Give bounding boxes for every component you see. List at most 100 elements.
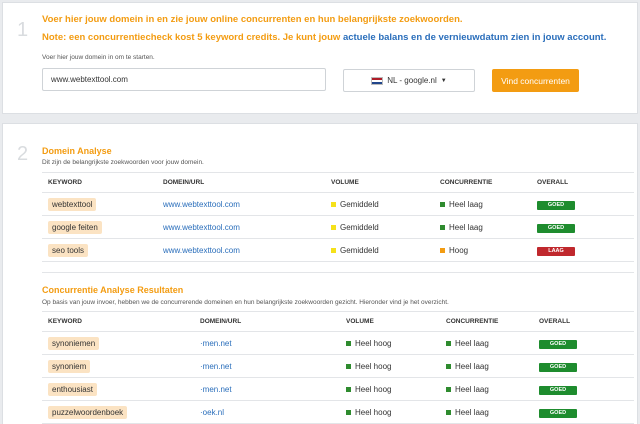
domain-cell: ·men.net: [194, 354, 340, 378]
competition-cell: Heel laag: [440, 377, 533, 401]
keyword-tag[interactable]: synoniem: [48, 359, 91, 373]
competitor-analysis-title: Concurrentie Analyse Resultaten: [42, 285, 184, 295]
volume-label: Heel hoog: [355, 384, 392, 394]
volume-label: Heel hoog: [355, 361, 392, 371]
overall-badge: GOED: [539, 408, 577, 418]
competition-label: Heel laag: [455, 407, 489, 417]
caret-down-icon: ▼: [440, 77, 447, 84]
domain-cell: www.webtexttool.com: [157, 192, 325, 216]
domain-link[interactable]: ·oek.nl: [200, 408, 224, 417]
domain-input[interactable]: [42, 68, 326, 91]
netherlands-flag-icon: [371, 76, 384, 85]
competition-label: Heel laag: [449, 199, 483, 209]
domain-link[interactable]: ·men.net: [200, 385, 232, 394]
overall-cell: GOED: [531, 192, 634, 216]
competition-label: Heel laag: [455, 338, 489, 348]
domain-link[interactable]: www.webtexttool.com: [163, 223, 240, 232]
competition-label: Heel laag: [449, 222, 483, 232]
overall-badge: GOED: [537, 200, 575, 210]
domain-cell: www.webtexttool.com: [157, 215, 325, 239]
competition-indicator-icon: [446, 340, 451, 346]
domain-link[interactable]: ·men.net: [200, 339, 232, 348]
keyword-cell: puzzelwoordenboek: [42, 400, 194, 424]
table-row: synoniemen ·men.net Heel hoog Heel laag GOED: [42, 331, 634, 355]
volume-indicator-icon: [346, 409, 351, 415]
volume-indicator-icon: [346, 363, 351, 369]
overall-badge: GOED: [539, 362, 577, 372]
domain-link[interactable]: ·men.net: [200, 362, 232, 371]
keyword-tag[interactable]: google feiten: [48, 220, 102, 234]
competition-cell: Heel laag: [440, 354, 533, 378]
keyword-cell: webtexttool: [42, 192, 157, 216]
keyword-tag[interactable]: synoniemen: [48, 336, 100, 350]
overall-badge: GOED: [539, 339, 577, 349]
results-panel: 2 Domein Analyse Dit zijn de belangrijks…: [2, 123, 638, 424]
overall-cell: GOED: [533, 377, 634, 401]
table-row: synoniem ·men.net Heel hoog Heel laag GOED: [42, 354, 634, 378]
domain-analysis-table: KEYWORD DOMEIN/URL VOLUME CONCURRENTIE O…: [42, 172, 634, 262]
competition-cell: Heel laag: [440, 331, 533, 355]
section-divider: [42, 272, 634, 273]
volume-indicator-icon: [331, 247, 336, 253]
keyword-tag[interactable]: seo tools: [48, 243, 89, 257]
keyword-cell: synoniem: [42, 354, 194, 378]
competition-indicator-icon: [440, 247, 445, 253]
volume-cell: Gemiddeld: [325, 238, 434, 262]
competition-label: Heel laag: [455, 384, 489, 394]
keyword-tag[interactable]: puzzelwoordenboek: [48, 405, 128, 419]
domain-link[interactable]: www.webtexttool.com: [163, 246, 240, 255]
competition-cell: Hoog: [434, 238, 531, 262]
competition-indicator-icon: [446, 363, 451, 369]
domain-analysis-subtitle: Dit zijn de belangrijkste zoekwoorden vo…: [42, 159, 204, 166]
credits-note-text: Note: een concurrentiecheck kost 5 keywo…: [42, 32, 343, 43]
find-competitors-button[interactable]: Vind concurrenten: [492, 69, 579, 92]
competition-cell: Heel laag: [440, 400, 533, 424]
competition-indicator-icon: [446, 386, 451, 392]
competition-indicator-icon: [446, 409, 451, 415]
overall-cell: GOED: [533, 354, 634, 378]
table-header-row: KEYWORD DOMEIN/URL VOLUME CONCURRENTIE O…: [42, 172, 634, 193]
volume-cell: Heel hoog: [340, 400, 440, 424]
keyword-tag[interactable]: webtexttool: [48, 197, 97, 211]
volume-cell: Gemiddeld: [325, 215, 434, 239]
column-header-volume: VOLUME: [325, 172, 434, 193]
column-header-volume: VOLUME: [340, 311, 440, 332]
column-header-keyword: KEYWORD: [42, 172, 157, 193]
column-header-competition: CONCURRENTIE: [440, 311, 533, 332]
overall-cell: GOED: [533, 331, 634, 355]
competitor-analysis-subtitle: Op basis van jouw invoer, hebben we de c…: [42, 299, 449, 306]
step-number: 1: [17, 19, 29, 41]
domain-analysis-title: Domein Analyse: [42, 146, 112, 156]
table-row: seo tools www.webtexttool.com Gemiddeld Hoo…: [42, 238, 634, 262]
column-header-overall: OVERALL: [533, 311, 634, 332]
account-balance-link[interactable]: actuele balans en de vernieuwdatum zien …: [343, 32, 606, 43]
table-row: google feiten www.webtexttool.com Gemiddel…: [42, 215, 634, 239]
credits-note: Note: een concurrentiecheck kost 5 keywo…: [42, 32, 606, 43]
competition-indicator-icon: [440, 224, 445, 230]
volume-cell: Gemiddeld: [325, 192, 434, 216]
overall-cell: GOED: [531, 215, 634, 239]
overall-badge: LAAG: [537, 246, 575, 256]
overall-badge: GOED: [537, 223, 575, 233]
volume-label: Gemiddeld: [340, 199, 379, 209]
keyword-cell: seo tools: [42, 238, 157, 262]
domain-cell: www.webtexttool.com: [157, 238, 325, 262]
table-header-row: KEYWORD DOMEIN/URL VOLUME CONCURRENTIE O…: [42, 311, 634, 332]
column-header-domain: DOMEIN/URL: [194, 311, 340, 332]
table-row: puzzelwoordenboek ·oek.nl Heel hoog Heel la…: [42, 400, 634, 424]
domain-link[interactable]: www.webtexttool.com: [163, 200, 240, 209]
volume-indicator-icon: [331, 224, 336, 230]
volume-indicator-icon: [346, 340, 351, 346]
keyword-tag[interactable]: enthousiast: [48, 382, 97, 396]
domain-cell: ·men.net: [194, 331, 340, 355]
competition-cell: Heel laag: [434, 192, 531, 216]
column-header-competition: CONCURRENTIE: [434, 172, 531, 193]
domain-cell: ·men.net: [194, 377, 340, 401]
overall-cell: LAAG: [531, 238, 634, 262]
volume-cell: Heel hoog: [340, 331, 440, 355]
keyword-cell: enthousiast: [42, 377, 194, 401]
competitor-analysis-table: KEYWORD DOMEIN/URL VOLUME CONCURRENTIE O…: [42, 311, 634, 424]
competition-indicator-icon: [440, 201, 445, 207]
domain-cell: ·oek.nl: [194, 400, 340, 424]
country-select[interactable]: NL - google.nl ▼: [343, 69, 475, 92]
